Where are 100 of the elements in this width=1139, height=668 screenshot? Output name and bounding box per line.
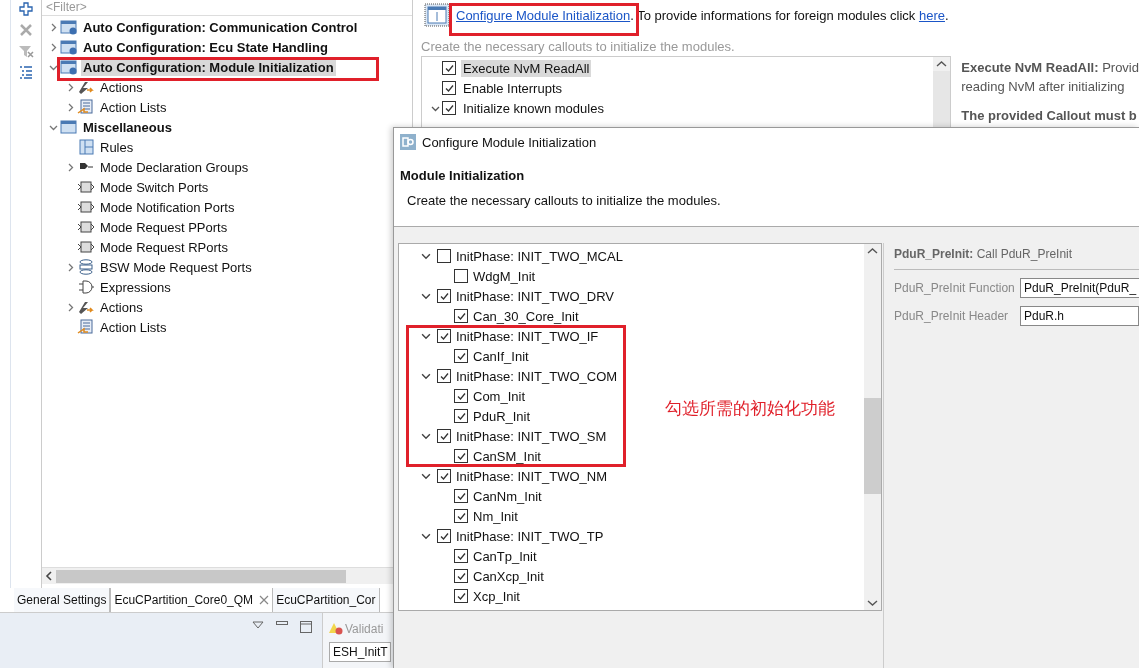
chevron-icon[interactable] bbox=[421, 251, 431, 261]
checkbox[interactable] bbox=[454, 349, 468, 363]
view-menu-icon[interactable] bbox=[252, 621, 264, 629]
lightning-arrow-icon bbox=[77, 299, 95, 315]
tree-item[interactable]: CanSM_Init bbox=[473, 448, 541, 464]
list-icon[interactable] bbox=[19, 65, 33, 79]
chevron-icon[interactable] bbox=[421, 331, 431, 341]
tree-item[interactable]: Can_30_Core_Init bbox=[473, 308, 579, 324]
add-icon[interactable] bbox=[19, 2, 33, 16]
checkbox[interactable] bbox=[437, 329, 451, 343]
checkbox[interactable] bbox=[437, 469, 451, 483]
tree-item[interactable]: WdgM_Init bbox=[473, 268, 536, 284]
checkbox[interactable] bbox=[437, 249, 451, 263]
tree-item[interactable]: Auto Configuration: Ecu State Handling bbox=[81, 38, 330, 56]
tree-item[interactable]: Action Lists bbox=[98, 318, 169, 336]
module-icon bbox=[424, 3, 450, 27]
checkbox[interactable] bbox=[454, 589, 468, 603]
tree-item[interactable]: InitPhase: INIT_TWO_TP bbox=[456, 528, 604, 544]
checkbox[interactable] bbox=[442, 61, 456, 75]
maximize-icon[interactable] bbox=[300, 621, 312, 633]
stack-icon bbox=[77, 259, 95, 275]
horizontal-scrollbar[interactable] bbox=[42, 567, 394, 584]
port-icon bbox=[77, 239, 95, 255]
tree-item[interactable]: Mode Switch Ports bbox=[98, 178, 211, 196]
tree-item[interactable]: InitPhase: INIT_TWO_MCAL bbox=[456, 248, 623, 264]
tree-item[interactable]: CanNm_Init bbox=[473, 488, 542, 504]
annotation-note: 勾选所需的初始化功能 bbox=[665, 398, 835, 420]
tree-item[interactable]: Rules bbox=[98, 138, 136, 156]
tree-item[interactable]: Mode Declaration Groups bbox=[98, 158, 251, 176]
editor-tab[interactable]: EcuCPartition_Core0_QM bbox=[110, 588, 274, 612]
tree-item[interactable]: Actions bbox=[98, 78, 145, 96]
editor-tab[interactable]: General Settings bbox=[14, 588, 111, 612]
checkbox[interactable] bbox=[437, 529, 451, 543]
description-text: reading NvM after initializing bbox=[961, 79, 1126, 94]
tree-item[interactable]: Action Lists bbox=[98, 98, 169, 116]
tree-item[interactable]: Mode Request RPorts bbox=[98, 238, 230, 256]
numbered-list-icon bbox=[77, 139, 95, 155]
tree-item[interactable]: Com_Init bbox=[473, 388, 526, 404]
tree-item[interactable]: InitPhase: INIT_TWO_COM bbox=[456, 368, 618, 384]
port-icon bbox=[77, 199, 95, 215]
tree-item[interactable]: Actions bbox=[98, 298, 145, 316]
here-link[interactable]: here bbox=[918, 7, 945, 23]
tree-item[interactable]: BSW Mode Request Ports bbox=[98, 258, 254, 276]
scroll-up-icon[interactable] bbox=[933, 57, 951, 71]
checkbox[interactable] bbox=[454, 309, 468, 323]
chevron-icon[interactable] bbox=[421, 431, 431, 441]
chevron-icon[interactable] bbox=[421, 471, 431, 481]
chevron-icon[interactable] bbox=[421, 531, 431, 541]
dialog-title: Configure Module Initialization bbox=[422, 134, 597, 150]
checkbox[interactable] bbox=[437, 289, 451, 303]
tree-item[interactable]: Mode Request PPorts bbox=[98, 218, 230, 236]
tree-item[interactable]: Auto Configuration: Communication Control bbox=[81, 18, 360, 36]
app-icon bbox=[400, 134, 416, 150]
chevron-icon[interactable] bbox=[421, 371, 431, 381]
field-label: PduR_PreInit Header bbox=[894, 309, 1010, 323]
tree-item[interactable]: InitPhase: INIT_TWO_SM bbox=[456, 428, 607, 444]
tree-item[interactable]: Expressions bbox=[98, 278, 173, 296]
tree-item[interactable]: InitPhase: INIT_TWO_IF bbox=[456, 328, 599, 344]
checkbox[interactable] bbox=[454, 549, 468, 563]
description-heading: The provided Callout must b bbox=[961, 108, 1138, 123]
tree-item[interactable]: InitPhase: INIT_TWO_DRV bbox=[456, 288, 614, 304]
description-text: Execute NvM ReadAll: Provid bbox=[961, 60, 1139, 75]
tree-item[interactable]: Nm_Init bbox=[473, 508, 518, 524]
option-label[interactable]: Enable Interrupts bbox=[461, 79, 564, 97]
tree-item[interactable]: CanIf_Init bbox=[473, 348, 529, 364]
tree-item[interactable]: Mode Notification Ports bbox=[98, 198, 237, 216]
close-icon[interactable] bbox=[259, 595, 270, 605]
checkbox[interactable] bbox=[437, 429, 451, 443]
checkbox[interactable] bbox=[454, 449, 468, 463]
checkbox[interactable] bbox=[454, 509, 468, 523]
tree-item[interactable]: Miscellaneous bbox=[81, 118, 174, 136]
checkbox[interactable] bbox=[454, 409, 468, 423]
checkbox[interactable] bbox=[454, 489, 468, 503]
lightning-arrow-icon bbox=[77, 79, 95, 95]
filter-icon[interactable] bbox=[18, 44, 34, 58]
chevron-icon[interactable] bbox=[421, 291, 431, 301]
text-field[interactable]: ESH_InitT bbox=[329, 642, 391, 662]
checkbox[interactable] bbox=[442, 101, 456, 115]
checkbox[interactable] bbox=[454, 569, 468, 583]
field-label: PduR_PreInit Function bbox=[894, 281, 1016, 295]
warning-icon bbox=[329, 622, 343, 636]
tree-item[interactable]: Xcp_Init bbox=[473, 588, 520, 604]
input-field[interactable]: PduR.h bbox=[1020, 306, 1139, 326]
gear-folder-icon bbox=[60, 19, 78, 35]
vertical-scrollbar[interactable] bbox=[864, 244, 881, 610]
minimize-icon[interactable] bbox=[276, 621, 288, 626]
editor-tab[interactable]: EcuCPartition_Cor bbox=[273, 588, 380, 612]
folder-icon bbox=[60, 119, 78, 135]
checkbox[interactable] bbox=[454, 269, 468, 283]
gate-icon bbox=[77, 279, 95, 295]
tree-item[interactable]: CanXcp_Init bbox=[473, 568, 544, 584]
tree-item[interactable]: InitPhase: INIT_TWO_NM bbox=[456, 468, 607, 484]
option-label[interactable]: Initialize known modules bbox=[461, 99, 606, 117]
checkbox[interactable] bbox=[454, 389, 468, 403]
option-label[interactable]: Execute NvM ReadAll bbox=[461, 59, 592, 77]
tree-item[interactable]: CanTp_Init bbox=[473, 548, 537, 564]
checkbox[interactable] bbox=[442, 81, 456, 95]
tree-item[interactable]: PduR_Init bbox=[473, 408, 531, 424]
checkbox[interactable] bbox=[437, 369, 451, 383]
input-field[interactable]: PduR_PreInit(PduR_ bbox=[1020, 278, 1139, 298]
